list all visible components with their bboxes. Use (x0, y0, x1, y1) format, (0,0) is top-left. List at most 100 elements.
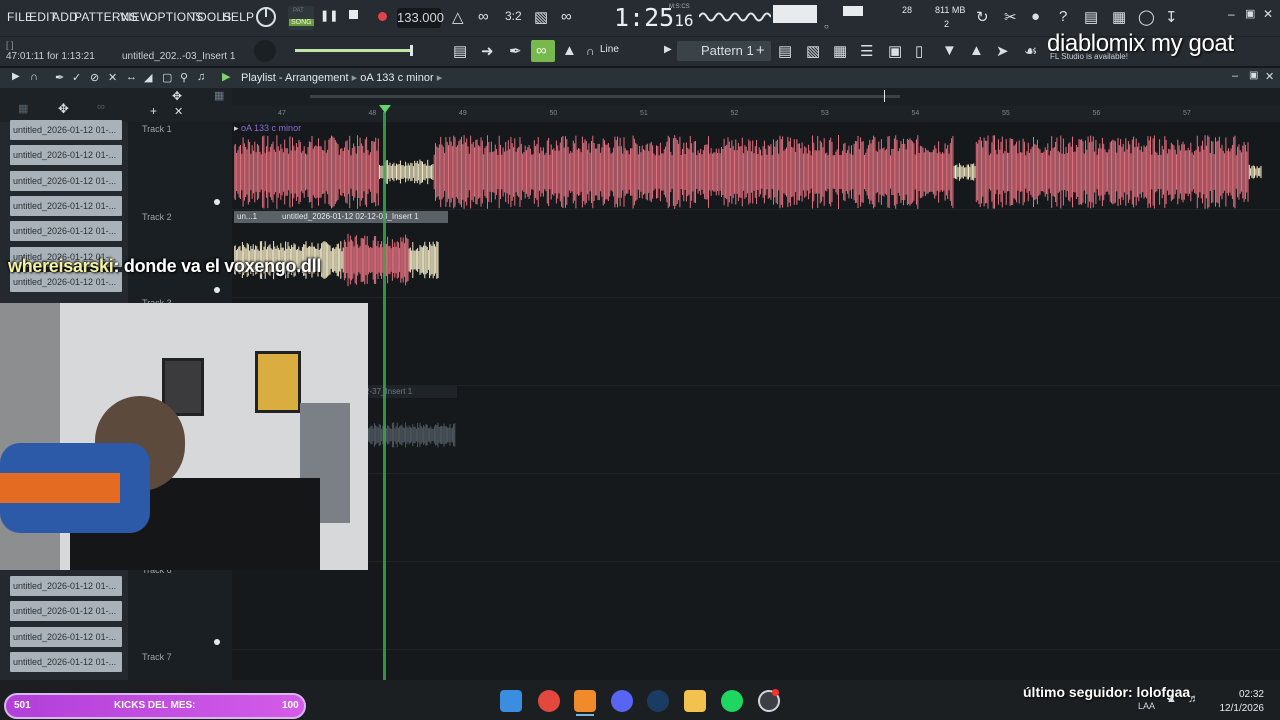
master-volume-knob-icon[interactable] (255, 6, 277, 28)
arrangement-name[interactable]: oA 133 c minor (360, 72, 433, 84)
templates-icon[interactable]: ▦ (1112, 8, 1126, 26)
playback-tool-icon[interactable]: ♫ (197, 71, 205, 83)
clip-2-header[interactable]: un...1 untitled_2026-01-12 02-12-03_Inse… (234, 211, 448, 223)
slip-tool-icon[interactable]: ↔ (126, 71, 137, 83)
panel-link-icon[interactable]: ∞ (97, 101, 105, 113)
arrow-right-icon[interactable]: ➜ (481, 42, 494, 60)
playhead-marker[interactable] (379, 105, 391, 113)
playlist-maximize-icon[interactable]: ▣ (1249, 70, 1258, 81)
pattern-add-button[interactable]: + (756, 42, 765, 59)
microphone-icon[interactable]: ● (1031, 8, 1040, 25)
panel-expand-icon[interactable]: ✥ (58, 101, 69, 117)
stop-icon[interactable] (349, 10, 358, 19)
cart-icon[interactable]: ☙ (1024, 42, 1037, 60)
snap-selector[interactable]: Line (600, 44, 619, 55)
wifi-icon[interactable]: ▲ (1166, 693, 1177, 705)
main-pitch-knob-icon[interactable] (252, 38, 278, 64)
tempo-display[interactable]: 133.000 (397, 8, 444, 28)
delete-tool-icon[interactable]: ⊘ (90, 71, 99, 84)
playhead-line[interactable] (383, 112, 386, 680)
audio-clip-waveform[interactable] (234, 135, 1264, 209)
pencil-draw-icon[interactable]: ✒ (509, 42, 522, 60)
list-item[interactable]: untitled_2026-01-12 01-... (10, 145, 122, 165)
draw-tool-icon[interactable]: ✒ (55, 71, 64, 84)
track-2-label[interactable]: Track 2 (142, 212, 172, 222)
volume-icon[interactable]: ♬ (1188, 693, 1199, 705)
track-7-enable-dot[interactable] (214, 639, 220, 645)
audio-clip-3-waveform[interactable] (366, 412, 458, 458)
chat-icon[interactable]: ◯ (1138, 8, 1155, 26)
tools-icon[interactable]: ▲ (969, 42, 984, 59)
spotify-icon[interactable] (721, 690, 743, 712)
undo-icon[interactable]: ↻ (976, 8, 989, 26)
countdown-icon[interactable]: 3:2 (505, 9, 522, 23)
language-indicator[interactable]: LAA (1138, 701, 1155, 711)
playlist-menu-arrow-icon[interactable]: ▶ (12, 71, 20, 82)
file-explorer-icon[interactable] (684, 690, 706, 712)
piano-icon[interactable]: ▤ (453, 42, 467, 60)
track-grid-icon[interactable]: ▦ (214, 89, 224, 102)
list-item[interactable]: untitled_2026-01-12 01-... (10, 221, 122, 241)
panel-grid-icon[interactable]: ▦ (18, 102, 28, 115)
track-1-label[interactable]: Track 1 (142, 124, 172, 134)
track-1-enable-dot[interactable] (214, 199, 220, 205)
magnet-icon[interactable]: ∩ (586, 44, 595, 58)
plugin-icon[interactable]: ▼ (942, 42, 957, 59)
snap-magnet-icon[interactable]: ∩ (30, 71, 38, 83)
metronome-icon[interactable]: △ (452, 8, 464, 26)
list-item[interactable]: untitled_2026-01-12 01-... (10, 652, 122, 672)
loop-record-icon[interactable]: ∞ (478, 8, 489, 25)
discord-icon[interactable] (611, 690, 633, 712)
channel-rack-icon[interactable]: ▦ (833, 42, 847, 60)
list-item[interactable]: untitled_2026-01-12 01-... (10, 171, 122, 191)
hat-icon[interactable]: ▲ (562, 42, 577, 59)
master-pitch-slider[interactable] (295, 49, 413, 52)
playlist-icon[interactable]: ▤ (778, 42, 792, 60)
mute-tool-icon[interactable]: ✕ (108, 71, 117, 84)
menu-view[interactable]: VIEW (120, 10, 151, 24)
step-edit-icon[interactable]: ▧ (534, 8, 548, 26)
list-item[interactable]: untitled_2026-01-12 01-... (10, 120, 122, 140)
select-tool-icon[interactable]: ▢ (162, 71, 172, 84)
paint-tool-icon[interactable]: ✓ (72, 71, 81, 84)
slice-tool-icon[interactable]: ◢ (144, 71, 152, 84)
track-2-enable-dot[interactable] (214, 287, 220, 293)
close-icon[interactable]: ✕ (1263, 7, 1273, 21)
browser-icon[interactable]: ▣ (888, 42, 902, 60)
minimize-icon[interactable]: – (1228, 7, 1235, 21)
fl-studio-taskbar-icon[interactable] (574, 690, 596, 712)
chrome-icon[interactable] (538, 690, 560, 712)
list-item[interactable]: untitled_2026-01-12 01-... (10, 576, 122, 596)
song-mode-toggle[interactable]: PAT SONG (288, 6, 314, 30)
record-icon[interactable] (378, 12, 387, 21)
download-icon[interactable]: ↧ (1165, 8, 1178, 26)
add-track-icon[interactable]: + (150, 104, 157, 118)
blend-notes-icon[interactable]: ∞ (561, 8, 572, 25)
restore-icon[interactable]: ▣ (1245, 7, 1255, 20)
piano-roll-icon[interactable]: ▧ (806, 42, 820, 60)
track-7-label[interactable]: Track 7 (142, 652, 172, 662)
file-icon[interactable]: ▯ (915, 42, 923, 60)
save-icon[interactable]: ▤ (1084, 8, 1098, 26)
playlist-minimize-icon[interactable]: – (1232, 70, 1238, 82)
help-icon[interactable]: ? (1059, 8, 1067, 25)
track-row[interactable] (232, 298, 1280, 386)
pause-icon[interactable]: ❚❚ (320, 9, 338, 22)
track-move-icon[interactable]: ✥ (172, 89, 182, 103)
system-clock[interactable]: 02:32 12/1/2026 (1212, 688, 1265, 716)
clip-3-header[interactable]: 2-37_Insert 1 (365, 386, 457, 398)
zoom-tool-icon[interactable]: ⚲ (180, 71, 188, 84)
remove-track-icon[interactable]: ✕ (174, 105, 183, 118)
arrow-tool-icon[interactable]: ➤ (996, 42, 1009, 60)
pattern-prev-icon[interactable]: ▶ (664, 44, 672, 55)
track-row[interactable] (232, 474, 1280, 562)
mixer-icon[interactable]: ☰ (860, 42, 873, 60)
list-item[interactable]: untitled_2026-01-12 01-... (10, 196, 122, 216)
clip-1-header[interactable]: ▸ oA 133 c minor (234, 123, 1264, 135)
cut-icon[interactable]: ✂ (1004, 8, 1017, 26)
menu-help[interactable]: HELP (222, 10, 254, 24)
track-row[interactable] (232, 562, 1280, 650)
playlist-close-icon[interactable]: ✕ (1265, 70, 1274, 83)
list-item[interactable]: untitled_2026-01-12 01-... (10, 627, 122, 647)
arrangement-menu-arrow-icon[interactable]: ▸ (437, 72, 443, 84)
